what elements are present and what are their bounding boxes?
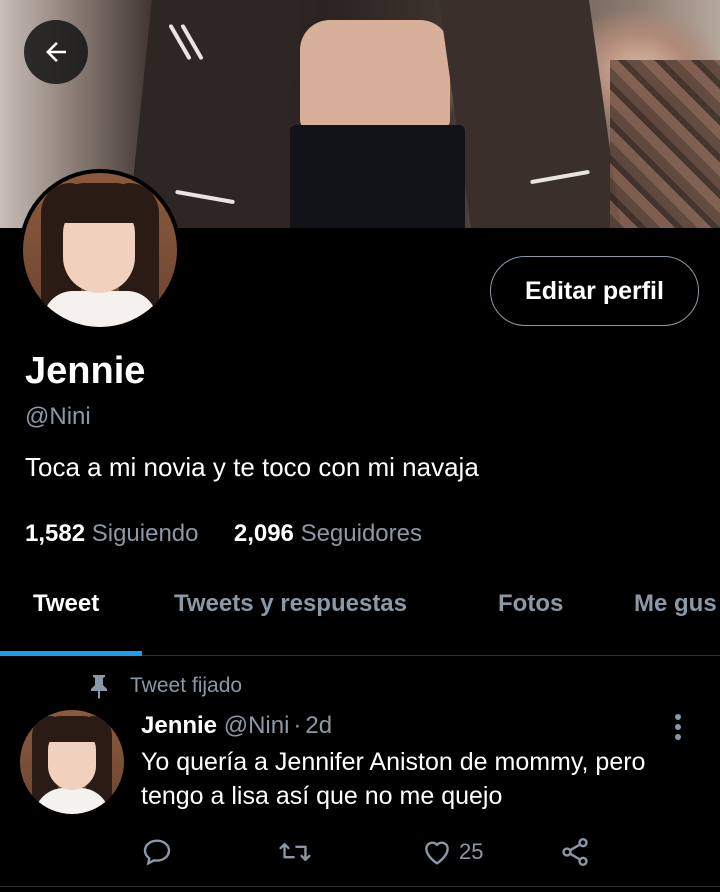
retweet-icon (279, 842, 311, 862)
retweet-button[interactable] (278, 832, 312, 872)
tab-tweet[interactable]: Tweet (33, 590, 99, 618)
tab-photos[interactable]: Fotos (498, 590, 563, 618)
tweet-author-name[interactable]: Jennie (141, 712, 217, 739)
banner-image-part (438, 0, 622, 228)
share-icon (562, 838, 588, 866)
followers-link[interactable]: 2,096 Seguidores (234, 520, 422, 547)
profile-name: Jennie (25, 350, 146, 392)
back-button[interactable] (24, 20, 88, 84)
tab-likes[interactable]: Me gus (634, 590, 717, 618)
tweet-time[interactable]: 2d (305, 712, 332, 739)
banner-image-part (300, 20, 450, 130)
following-link[interactable]: 1,582 Siguiendo (25, 520, 205, 547)
followers-count: 2,096 (233, 520, 294, 547)
profile-avatar[interactable] (19, 169, 181, 331)
banner-image-part (290, 125, 465, 228)
following-label: Siguiendo (91, 520, 199, 547)
pin-icon (91, 675, 107, 699)
share-button[interactable] (559, 832, 591, 872)
more-vertical-icon (675, 714, 681, 740)
tab-tweets-replies[interactable]: Tweets y respuestas (174, 590, 407, 618)
profile-handle: @Nini (25, 403, 91, 430)
tweet-text: Yo quería a Jennifer Aniston de mommy, p… (141, 748, 646, 810)
edit-profile-button[interactable]: Editar perfil (490, 256, 699, 326)
like-count: 25 (459, 839, 484, 864)
tweet-avatar[interactable] (20, 710, 124, 814)
tweet-more-button[interactable] (670, 712, 686, 742)
heart-icon (425, 841, 449, 865)
profile-tabs: Tweet Tweets y respuestas Fotos Me gus (0, 580, 720, 656)
active-tab-indicator (0, 651, 142, 656)
tweet-author-handle[interactable]: @Nini (224, 712, 290, 739)
follow-stats: 1,582 Siguiendo 2,096 Seguidores (25, 520, 422, 548)
reply-button[interactable] (141, 832, 173, 872)
profile-bio: Toca a mi novia y te toco con mi navaja (25, 452, 479, 482)
banner-image-part (610, 60, 720, 228)
like-button[interactable]: 25 (421, 832, 483, 872)
avatar-image (23, 173, 177, 327)
pinned-text: Tweet fijado (130, 674, 243, 697)
pinned-label: Tweet fijado (88, 673, 242, 699)
following-count: 1,582 (25, 520, 86, 547)
followers-label: Seguidores (300, 520, 422, 547)
reply-icon (143, 839, 171, 866)
tweet-separator: · (293, 712, 302, 739)
arrow-left-icon (46, 42, 66, 62)
tweet-divider (0, 886, 720, 887)
tweet-header: Jennie @Nini · 2d (141, 712, 332, 740)
tweet-actions: 25 (141, 832, 601, 872)
